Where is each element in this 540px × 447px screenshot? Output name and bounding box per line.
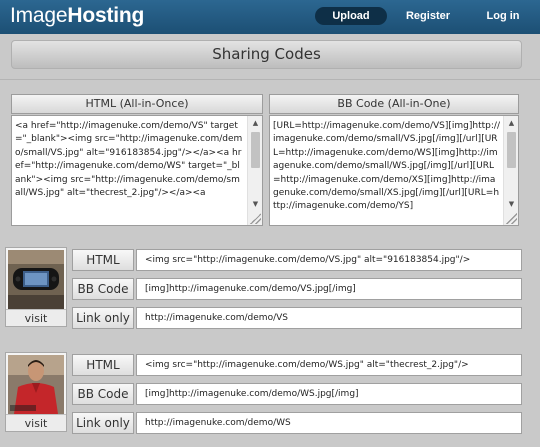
bbcode-field[interactable]: [img]http://imagenuke.com/demo/WS.jpg[/i… bbox=[136, 383, 522, 405]
bbcode-all-scrollbar[interactable]: ▲ ▼ bbox=[503, 116, 518, 225]
link-field[interactable]: http://imagenuke.com/demo/VS bbox=[136, 307, 522, 329]
resize-handle-icon[interactable] bbox=[250, 213, 261, 224]
html-label: HTML bbox=[72, 354, 134, 376]
image-entry: visit HTML <img src="http://imagenuke.co… bbox=[5, 247, 525, 329]
html-code-field[interactable]: <img src="http://imagenuke.com/demo/WS.j… bbox=[136, 354, 522, 376]
bbcode-all-text[interactable]: [URL=http://imagenuke.com/demo/VS][img]h… bbox=[273, 120, 500, 223]
link-label: Link only bbox=[72, 412, 134, 434]
html-code-field[interactable]: <img src="http://imagenuke.com/demo/VS.j… bbox=[136, 249, 522, 271]
link-label: Link only bbox=[72, 307, 134, 329]
html-all-textarea[interactable]: <a href="http://imagenuke.com/demo/VS" t… bbox=[11, 115, 263, 226]
page-title: Sharing Codes bbox=[11, 40, 522, 69]
scroll-down-icon[interactable]: ▼ bbox=[248, 197, 263, 211]
html-all-text[interactable]: <a href="http://imagenuke.com/demo/VS" t… bbox=[15, 120, 244, 223]
bbcode-all-textarea[interactable]: [URL=http://imagenuke.com/demo/VS][img]h… bbox=[269, 115, 519, 226]
scroll-thumb[interactable] bbox=[251, 132, 260, 168]
html-all-scrollbar[interactable]: ▲ ▼ bbox=[247, 116, 262, 225]
html-label: HTML bbox=[72, 249, 134, 271]
site-logo[interactable]: ImageHosting bbox=[10, 4, 144, 28]
resize-handle-icon[interactable] bbox=[506, 213, 517, 224]
site-header: ImageHosting Upload Register Log in bbox=[0, 0, 540, 34]
bbcode-label: BB Code bbox=[72, 278, 134, 300]
image-thumbnail[interactable] bbox=[8, 250, 64, 309]
scroll-down-icon[interactable]: ▼ bbox=[504, 197, 519, 211]
html-all-panel: HTML (All-in-Once) <a href="http://image… bbox=[11, 94, 263, 226]
html-all-title: HTML (All-in-Once) bbox=[11, 94, 263, 114]
thumbnail-card: visit bbox=[5, 352, 67, 432]
logo-text-bold: Hosting bbox=[67, 4, 145, 27]
bbcode-field[interactable]: [img]http://imagenuke.com/demo/VS.jpg[/i… bbox=[136, 278, 522, 300]
logo-text-light: Image bbox=[10, 4, 68, 27]
nav-login-link[interactable]: Log in bbox=[478, 7, 528, 25]
bbcode-label: BB Code bbox=[72, 383, 134, 405]
scroll-up-icon[interactable]: ▲ bbox=[248, 116, 263, 130]
scroll-thumb[interactable] bbox=[507, 132, 516, 168]
bbcode-all-title: BB Code (All-in-One) bbox=[269, 94, 519, 114]
nav-upload-button[interactable]: Upload bbox=[315, 7, 387, 25]
visit-button[interactable]: visit bbox=[6, 414, 66, 431]
nav-register-link[interactable]: Register bbox=[398, 7, 458, 25]
visit-button[interactable]: visit bbox=[6, 309, 66, 326]
scroll-up-icon[interactable]: ▲ bbox=[504, 116, 519, 130]
bbcode-all-panel: BB Code (All-in-One) [URL=http://imagenu… bbox=[269, 94, 519, 226]
link-field[interactable]: http://imagenuke.com/demo/WS bbox=[136, 412, 522, 434]
image-entry: visit HTML <img src="http://imagenuke.co… bbox=[5, 352, 525, 434]
divider bbox=[0, 79, 540, 80]
image-thumbnail[interactable] bbox=[8, 355, 64, 414]
thumbnail-card: visit bbox=[5, 247, 67, 327]
